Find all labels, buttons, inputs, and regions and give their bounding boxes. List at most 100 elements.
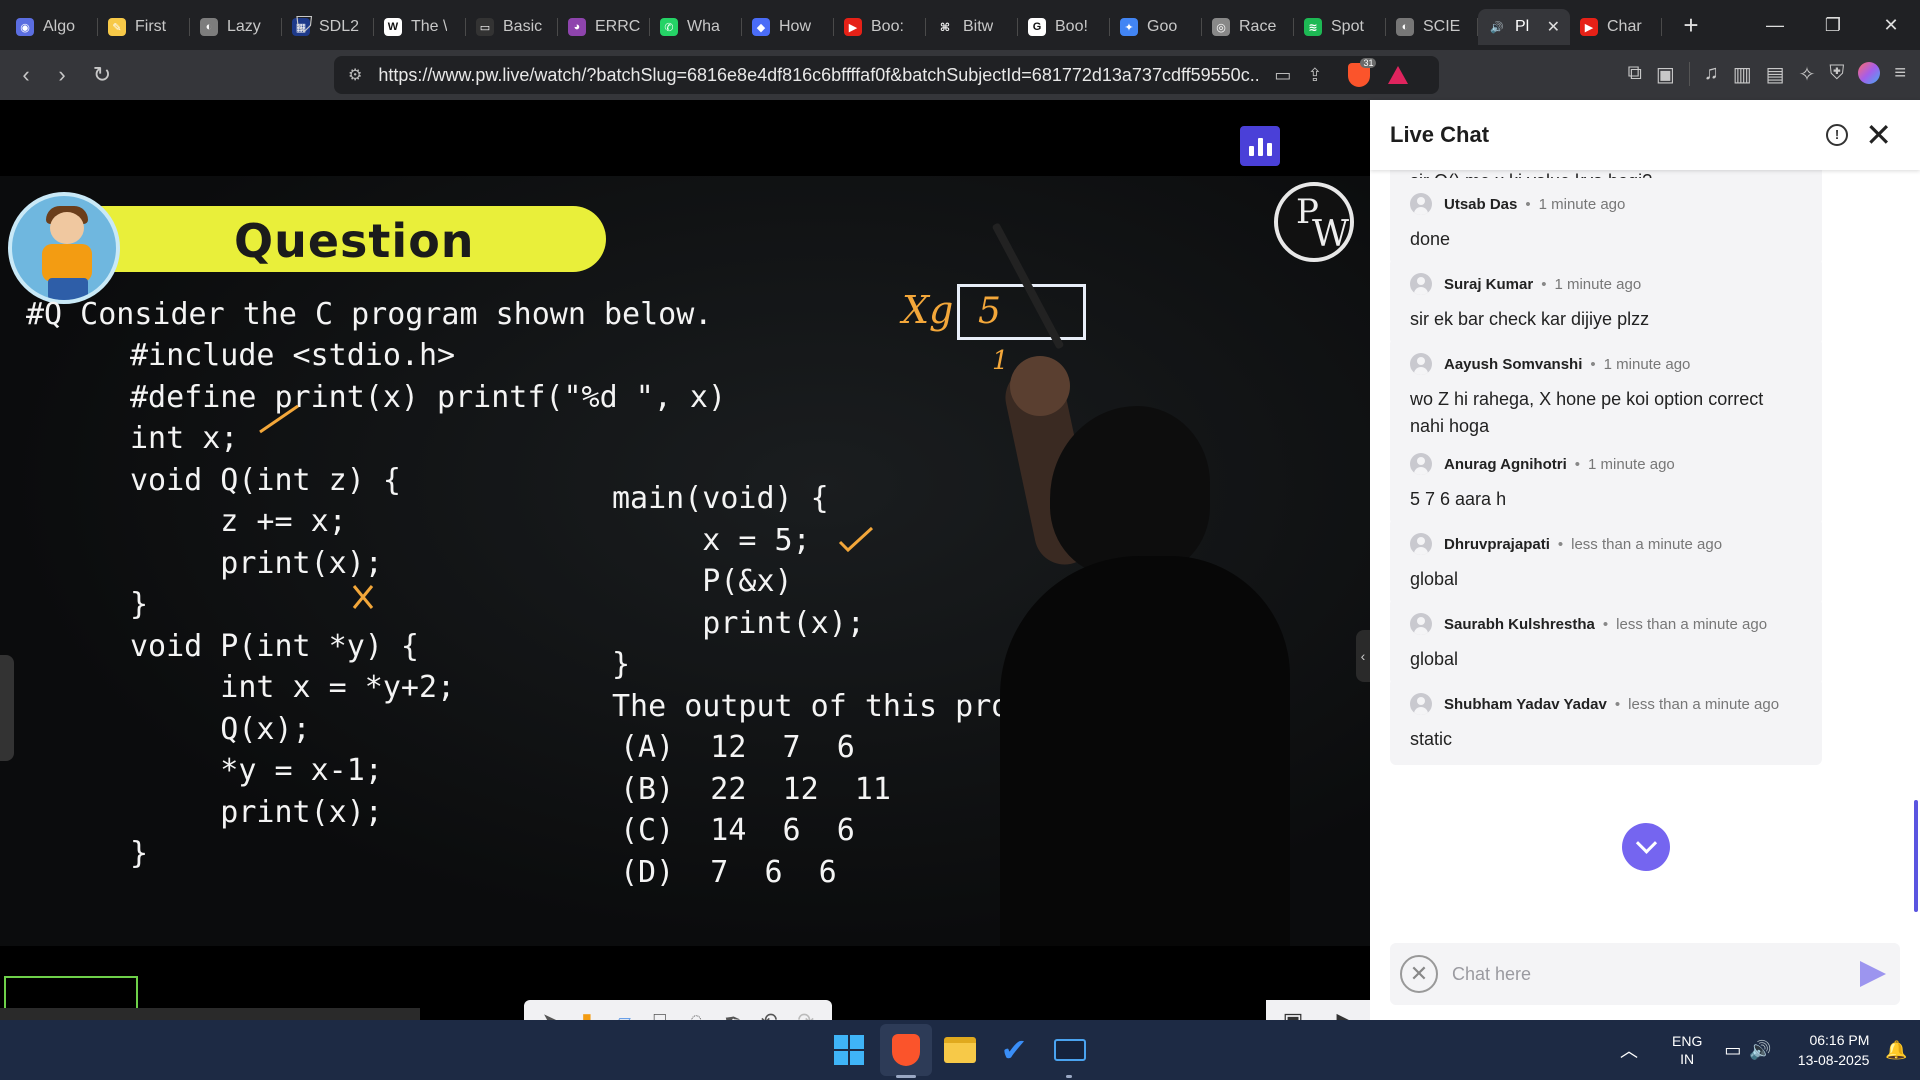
language-indicator[interactable]: ENG IN [1672, 1032, 1702, 1068]
annotation-xg: Xg [902, 288, 954, 332]
tab-title: First [135, 18, 167, 35]
chat-message-meta: Dhruvprajapati • less than a minute ago [1410, 530, 1802, 558]
volume-icon[interactable]: 🔊 [1749, 1040, 1771, 1061]
code-line: x = 5; [612, 522, 811, 558]
bookmark-icon[interactable]: ⛉ [296, 12, 313, 38]
code-line: int x; [130, 421, 239, 456]
left-drawer-handle[interactable] [0, 655, 14, 761]
language-code: ENG [1672, 1033, 1703, 1049]
tab[interactable]: ◐ SCIE [1386, 9, 1478, 45]
chat-username: Dhruvprajapati [1444, 535, 1550, 553]
tab[interactable]: ▶ Boo: [834, 9, 926, 45]
chat-message-meta: Utsab Das • 1 minute ago [1410, 190, 1802, 218]
media-icon[interactable]: ♫ [1704, 62, 1719, 87]
tab-title: Race [1239, 18, 1277, 35]
checkmark-icon [838, 526, 874, 553]
tab-active[interactable]: 🔊 Pl ✕ [1478, 9, 1570, 45]
send-icon[interactable] [1860, 961, 1886, 987]
scroll-down-icon[interactable] [1622, 823, 1670, 871]
file-explorer-icon[interactable] [942, 1032, 978, 1068]
tab-favicon-icon: ✎ [108, 18, 126, 36]
chat-message-meta: Anurag Agnihotri • 1 minute ago [1410, 450, 1802, 478]
tab-favicon-icon: ◕ [568, 18, 586, 36]
close-tab-icon[interactable]: ✕ [1547, 17, 1560, 37]
close-window-icon[interactable]: ✕ [1862, 0, 1920, 50]
site-settings-icon[interactable]: ⚙ [348, 65, 362, 85]
user-avatar-icon [1410, 273, 1432, 295]
info-icon[interactable]: ! [1826, 124, 1848, 146]
tab[interactable]: ◕ ERRC [558, 9, 650, 45]
tab[interactable]: W The \ [374, 9, 466, 45]
tab[interactable]: ◐ Lazy [190, 9, 282, 45]
tab[interactable]: ◉ Algo [6, 9, 98, 45]
code-line: P(&x) [612, 564, 793, 599]
chat-input[interactable] [1452, 963, 1832, 985]
video-player[interactable]: Question #Q Consider the C program shown… [0, 100, 1370, 1042]
chat-message-meta: Aayush Somvanshi • 1 minute ago [1410, 350, 1802, 378]
show-hidden-icons[interactable]: ︿ [1620, 1037, 1638, 1063]
maximize-icon[interactable]: ❐ [1804, 0, 1862, 50]
tab[interactable]: ▶ Char [1570, 9, 1662, 45]
thumbnail-frame [4, 976, 138, 1012]
address-bar[interactable]: ⚙ https://www.pw.live/watch/?batchSlug=6… [334, 56, 1439, 94]
new-tab-icon[interactable]: + [1676, 10, 1706, 41]
poll-chart-icon[interactable] [1240, 126, 1280, 166]
wallet-icon[interactable]: ▤ [1766, 62, 1785, 87]
region-code: IN [1680, 1051, 1695, 1067]
user-avatar-icon [1410, 193, 1432, 215]
tab-favicon-icon: ▭ [476, 18, 494, 36]
tab-favicon-icon: ◉ [16, 18, 34, 36]
reader-icon[interactable]: ▣ [1656, 62, 1675, 87]
tab-title: Spot [1331, 18, 1364, 35]
forward-icon[interactable]: › [44, 62, 80, 88]
tab[interactable]: ⌘ Bitw [926, 9, 1018, 45]
clock[interactable]: 06:16 PM 13-08-2025 [1798, 1030, 1870, 1070]
brave-shield-icon[interactable]: 31 [1348, 58, 1377, 87]
tab[interactable]: ✎ First [98, 9, 190, 45]
tab-favicon-icon: ◐ [1396, 18, 1414, 36]
extensions-icon[interactable]: ⧉ [1628, 62, 1642, 87]
chat-message: Saurabh Kulshrestha • less than a minute a… [1390, 598, 1822, 685]
reload-icon[interactable]: ↻ [84, 62, 120, 88]
tab-title: Boo: [871, 18, 904, 35]
notification-bell-icon[interactable]: 🔔 [1885, 1040, 1907, 1061]
tab[interactable]: ◆ How [742, 9, 834, 45]
separator-dot: • [1557, 535, 1564, 553]
tab[interactable]: ✦ Goo [1110, 9, 1202, 45]
tab[interactable]: ✆ Wha [650, 9, 742, 45]
mascot-avatar [8, 192, 120, 304]
chat-message-list[interactable]: sir Q() me x ki value kya hogi? Utsab Da… [1370, 170, 1920, 922]
share-icon[interactable]: ⇪ [1307, 65, 1322, 86]
brave-browser-icon[interactable] [888, 1032, 924, 1068]
url-text[interactable]: https://www.pw.live/watch/?batchSlug=681… [378, 65, 1258, 86]
start-icon[interactable] [831, 1032, 867, 1068]
tab[interactable]: ◎ Race [1202, 9, 1294, 45]
tab-favicon-icon: G [1028, 18, 1046, 36]
touch-keyboard-icon[interactable] [1052, 1032, 1088, 1068]
menu-icon[interactable]: ≡ [1894, 62, 1906, 87]
profile-icon[interactable] [1858, 62, 1881, 84]
tab[interactable]: ▭ Basic [466, 9, 558, 45]
annotation-box-value: 5 [978, 291, 1001, 332]
network-icon[interactable]: ▭ [1724, 1040, 1741, 1061]
question-banner-label: Question [234, 214, 475, 268]
brave-rewards-icon[interactable] [1388, 66, 1409, 84]
minimize-icon[interactable]: — [1746, 0, 1804, 50]
back-icon[interactable]: ‹ [8, 62, 44, 88]
vpn-icon[interactable]: ⛨ [1829, 62, 1844, 87]
sidebar-icon[interactable]: ▥ [1733, 62, 1752, 87]
tab[interactable]: G Boo! [1018, 9, 1110, 45]
tab-favicon-icon: ◆ [752, 18, 770, 36]
close-chat-icon[interactable]: ✕ [1865, 116, 1892, 154]
tab[interactable]: ≋ Spot [1294, 9, 1386, 45]
clear-input-icon[interactable]: ✕ [1400, 955, 1438, 993]
todo-icon[interactable]: ✔ [996, 1032, 1032, 1068]
tab-title: Wha [687, 18, 720, 35]
collapse-chat-icon[interactable]: ‹ [1356, 630, 1370, 682]
leo-ai-icon[interactable]: ✧ [1799, 62, 1816, 87]
chat-scrollbar[interactable] [1914, 800, 1918, 912]
lecture-board: Question #Q Consider the C program shown… [0, 176, 1370, 946]
tab-favicon-icon: ◎ [1212, 18, 1230, 36]
tab-title: Pl [1515, 18, 1530, 35]
cast-icon[interactable]: ▭ [1274, 65, 1291, 86]
